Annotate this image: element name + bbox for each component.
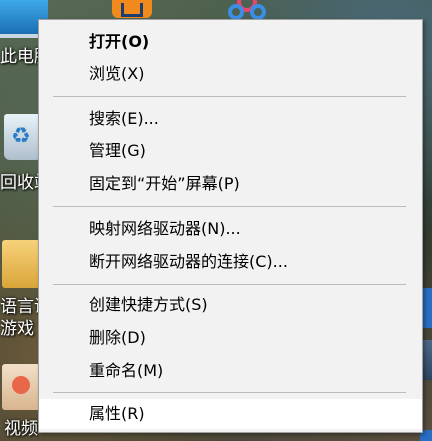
menu-item-delete[interactable]: 删除(D) [39, 323, 422, 353]
menu-item-pin-to-start[interactable]: 固定到“开始”屏幕(P) [39, 169, 422, 199]
menu-item-map-network-drive[interactable]: 映射网络驱动器(N)... [39, 214, 422, 244]
app-shortcut-icon[interactable] [112, 0, 152, 18]
menu-item-search[interactable]: 搜索(E)... [39, 104, 422, 134]
recycle-bin-icon[interactable] [4, 114, 42, 160]
menu-item-create-shortcut[interactable]: 创建快捷方式(S) [39, 290, 422, 320]
menu-item-browse[interactable]: 浏览(X) [39, 59, 422, 89]
menu-separator [53, 284, 406, 285]
menu-item-disconnect-network-drive[interactable]: 断开网络驱动器的连接(C)... [39, 247, 422, 277]
menu-item-properties[interactable]: 属性(R) [39, 399, 422, 429]
menu-item-rename[interactable]: 重命名(M) [39, 356, 422, 386]
desktop-icon-label-video[interactable]: 视频 [4, 414, 38, 439]
menu-separator [53, 206, 406, 207]
menu-separator [53, 96, 406, 97]
menu-item-open[interactable]: 打开(O) [39, 27, 422, 57]
context-menu: 打开(O) 浏览(X) 搜索(E)... 管理(G) 固定到“开始”屏幕(P) … [38, 19, 423, 433]
menu-item-manage[interactable]: 管理(G) [39, 136, 422, 166]
app-flower-icon[interactable] [226, 0, 268, 20]
desktop-icon-label-game[interactable]: 游戏 [0, 314, 34, 339]
video-folder-icon[interactable] [2, 364, 42, 410]
menu-separator [53, 392, 406, 393]
